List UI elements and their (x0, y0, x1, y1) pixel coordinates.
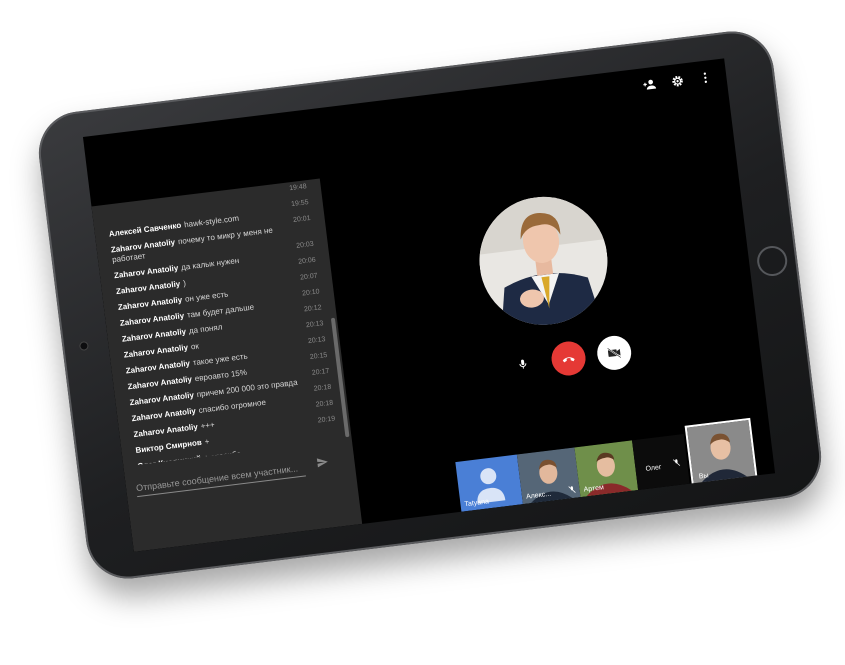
phone-hangup-icon (562, 357, 575, 363)
chat-message-input[interactable]: Отправьте сообщение всем участник... (135, 462, 306, 498)
participants-strip: Tatyana Алекс... Артем Олег Вы (454, 416, 775, 512)
chat-timestamp: 20:10 (301, 288, 321, 298)
chat-text: он уже есть (184, 289, 229, 304)
chat-timestamp: 20:13 (307, 336, 326, 346)
chat-timestamp: 20:03 (295, 240, 315, 250)
chat-timestamp: 20:18 (313, 383, 332, 393)
participant-tile-tatyana[interactable]: Tatyana (455, 454, 523, 512)
chat-message-list[interactable]: 19:48 Алексей Савченко hawk-style.com 19:55… (91, 179, 343, 466)
participant-name: Олег (645, 464, 662, 473)
chat-timestamp: 20:17 (311, 367, 330, 377)
home-button[interactable] (755, 244, 789, 278)
microphone-icon (519, 359, 527, 369)
participant-tile-artem[interactable]: Артем (574, 440, 639, 498)
chat-sender (106, 214, 107, 223)
chat-timestamp: 20:06 (297, 256, 317, 266)
chat-timestamp: 20:12 (303, 304, 322, 314)
chat-text: + спасибо (203, 449, 242, 463)
more-options-icon[interactable] (698, 70, 714, 86)
send-icon[interactable] (316, 456, 329, 469)
chat-text: ) (182, 278, 187, 288)
mic-muted-icon (568, 486, 576, 493)
hang-up-button[interactable] (549, 339, 588, 378)
chat-text: да понял (188, 322, 223, 336)
chat-text: + (204, 436, 210, 447)
self-label: Вы (698, 472, 710, 481)
chat-timestamp: 19:55 (290, 199, 310, 209)
chat-timestamp: 20:15 (309, 351, 328, 361)
top-actions (642, 70, 713, 92)
microphone-button[interactable] (513, 354, 533, 374)
participant-tile-aleks[interactable]: Алекс... (516, 447, 581, 505)
chat-panel: 19:48 Алексей Савченко hawk-style.com 19:55… (91, 178, 363, 552)
settings-gear-icon[interactable] (670, 73, 686, 89)
add-person-icon[interactable] (642, 77, 658, 93)
call-controls (512, 332, 645, 382)
chat-text: +++ (200, 420, 216, 431)
participant-tile-oleg[interactable]: Олег (632, 434, 690, 491)
front-camera (80, 342, 88, 350)
active-speaker-avatar (472, 189, 615, 333)
tablet-frame: 19:48 Алексей Савченко hawk-style.com 19:55… (34, 26, 826, 584)
self-video-tile[interactable]: Вы (684, 417, 758, 488)
chat-timestamp: 20:01 (292, 214, 311, 225)
chat-timestamp: 20:19 (317, 415, 336, 425)
chat-text (109, 213, 110, 222)
mic-muted-icon (672, 459, 681, 466)
camera-off-icon (607, 347, 622, 359)
camera-off-button[interactable] (595, 333, 634, 372)
chat-timestamp: 19:48 (288, 183, 308, 193)
video-call-screen: 19:48 Алексей Савченко hawk-style.com 19:55… (82, 58, 776, 552)
self-video-photo (686, 420, 756, 486)
chat-timestamp: 20:13 (305, 320, 324, 330)
chat-text: ок (190, 341, 200, 352)
chat-timestamp: 20:07 (299, 272, 319, 282)
chat-timestamp: 20:18 (315, 399, 334, 409)
